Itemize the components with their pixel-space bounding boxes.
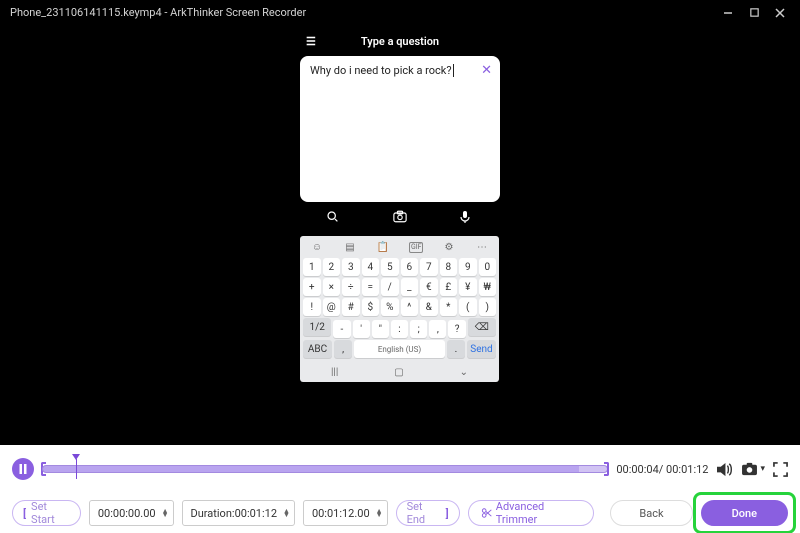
key: !: [303, 298, 321, 316]
key: ): [479, 298, 497, 316]
gear-icon: ⚙: [442, 242, 456, 253]
sticker-icon: ▤: [343, 242, 357, 253]
key: /: [381, 278, 399, 296]
key: (: [459, 298, 477, 316]
duration-input[interactable]: Duration:00:01:12 ▲▼: [182, 500, 295, 526]
key-page: 1/2: [303, 318, 331, 336]
volume-button[interactable]: [716, 462, 733, 477]
key-send: Send: [467, 340, 496, 358]
key-abc: ABC: [303, 340, 332, 358]
end-time-input[interactable]: 00:01:12.00 ▲▼: [303, 500, 388, 526]
emoji-icon: ☺: [310, 242, 324, 253]
key: 6: [401, 258, 419, 276]
phone-screen: ☰ Type a question Why do i need to pick …: [300, 31, 500, 382]
key: 9: [459, 258, 477, 276]
key: $: [362, 298, 380, 316]
key: :: [391, 320, 408, 338]
snapshot-button[interactable]: ▾: [741, 462, 765, 476]
key: ^: [401, 298, 419, 316]
key: ×: [323, 278, 341, 296]
home-icon: ▢: [394, 367, 403, 378]
title-bar: Phone_231106141115.keymp4 - ArkThinker S…: [0, 0, 800, 25]
phone-header: ☰ Type a question: [300, 31, 500, 51]
search-icon: [326, 210, 340, 230]
minimize-button[interactable]: [718, 3, 738, 23]
recents-icon: |||: [331, 367, 338, 378]
mic-icon: [460, 210, 474, 230]
key: 7: [420, 258, 438, 276]
input-mode-row: [300, 210, 500, 230]
key: 4: [362, 258, 380, 276]
window-title: Phone_231106141115.keymp4 - ArkThinker S…: [10, 6, 712, 19]
key: ¥: [459, 278, 477, 296]
key: ₩: [479, 278, 497, 296]
key: €: [420, 278, 438, 296]
back-icon: ⌄: [460, 367, 468, 378]
key: ': [353, 320, 370, 338]
gif-icon: GIF: [409, 242, 423, 253]
set-end-button[interactable]: Set End ]: [396, 500, 460, 526]
key: ?: [448, 320, 465, 338]
set-start-button[interactable]: [ Set Start: [12, 500, 81, 526]
key: 1: [303, 258, 321, 276]
key: 3: [342, 258, 360, 276]
key: &: [420, 298, 438, 316]
fullscreen-button[interactable]: [773, 462, 788, 477]
back-button[interactable]: Back: [610, 500, 692, 526]
key: 5: [381, 258, 399, 276]
key: ;: [410, 320, 427, 338]
duration-spinner[interactable]: ▲▼: [283, 509, 290, 517]
maximize-button[interactable]: [744, 3, 764, 23]
camera-icon: [393, 210, 407, 230]
key: +: [303, 278, 321, 296]
key: *: [440, 298, 458, 316]
keyboard-toolbar: ☺ ▤ 📋 GIF ⚙ ⋯: [303, 239, 496, 256]
key: 2: [323, 258, 341, 276]
key: ,: [429, 320, 446, 338]
key: ÷: [342, 278, 360, 296]
keyboard: ☺ ▤ 📋 GIF ⚙ ⋯ 1234567890 +×÷=/_€£¥₩ !@#$…: [300, 236, 499, 382]
done-highlight: [693, 492, 796, 533]
key-space: English (US): [354, 340, 445, 358]
clipboard-icon: 📋: [376, 242, 390, 253]
key: ": [372, 320, 389, 338]
close-button[interactable]: [770, 3, 790, 23]
playhead[interactable]: [76, 459, 77, 479]
key-lang: ,: [334, 340, 352, 358]
clear-icon: ✕: [481, 63, 492, 78]
bottom-controls: [ Set Start 00:00:00.00 ▲▼ Duration:00:0…: [0, 493, 800, 533]
search-card: Why do i need to pick a rock? ✕: [300, 56, 500, 202]
key: @: [323, 298, 341, 316]
key: #: [342, 298, 360, 316]
advanced-trimmer-button[interactable]: Advanced Trimmer: [468, 500, 595, 526]
timeline-track[interactable]: [42, 459, 608, 479]
time-display: 00:00:04/ 00:01:12: [616, 463, 708, 476]
start-time-input[interactable]: 00:00:00.00 ▲▼: [89, 500, 174, 526]
pause-button[interactable]: [12, 458, 34, 480]
key: £: [440, 278, 458, 296]
menu-icon: ☰: [306, 35, 316, 48]
start-time-spinner[interactable]: ▲▼: [162, 509, 169, 517]
key: -: [333, 320, 350, 338]
nav-row: ||| ▢ ⌄: [303, 362, 496, 382]
end-bracket[interactable]: [604, 462, 609, 476]
key-dot: .: [447, 340, 465, 358]
video-preview: ☰ Type a question Why do i need to pick …: [0, 25, 800, 445]
key: =: [362, 278, 380, 296]
more-icon: ⋯: [475, 242, 489, 253]
key: 8: [440, 258, 458, 276]
search-text: Why do i need to pick a rock?: [310, 64, 454, 77]
key-backspace: ⌫: [468, 318, 496, 336]
key: %: [381, 298, 399, 316]
key: 0: [479, 258, 497, 276]
phone-header-title: Type a question: [361, 35, 439, 48]
key: _: [401, 278, 419, 296]
end-time-spinner[interactable]: ▲▼: [376, 509, 383, 517]
timeline-strip: 00:00:04/ 00:01:12 ▾: [0, 445, 800, 493]
